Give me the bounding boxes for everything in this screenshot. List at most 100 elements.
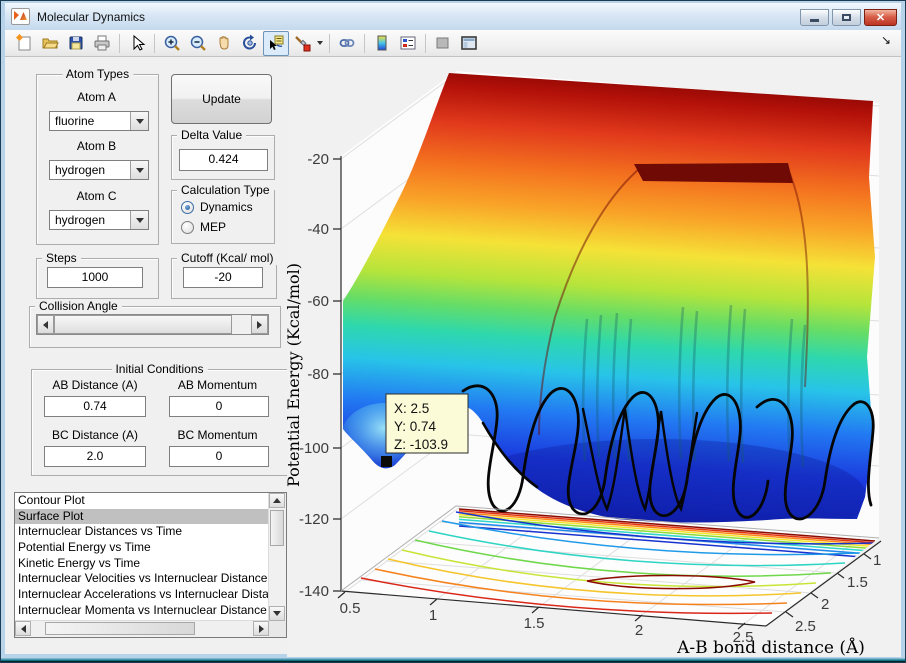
scroll-up-button[interactable] [269, 493, 285, 508]
z-axis-label: Potential Energy (Kcal/mol) [287, 263, 303, 487]
cutoff-field[interactable]: -20 [183, 267, 263, 288]
pointer-tool-button[interactable] [124, 31, 150, 56]
ab-distance-field[interactable]: 0.74 [44, 396, 146, 417]
show-plot-tools-icon [460, 34, 478, 52]
listbox-vertical-scrollbar[interactable] [268, 493, 286, 621]
collision-angle-title: Collision Angle [35, 299, 122, 313]
data-cursor-marker[interactable] [381, 456, 392, 467]
toolbar-separator [154, 34, 155, 53]
show-plot-tools-button[interactable] [456, 31, 482, 56]
dropdown-arrow-icon[interactable] [130, 211, 148, 229]
list-item[interactable]: Potential Energy vs Time [15, 540, 270, 556]
atom-c-dropdown[interactable]: hydrogen [49, 210, 149, 230]
horizontal-scroll-thumb[interactable] [45, 622, 195, 635]
rotate-3d-button[interactable] [237, 31, 263, 56]
data-tip[interactable]: X: 2.5 Y: 0.74 Z: -103.9 [386, 394, 468, 453]
dropdown-arrow-icon[interactable] [130, 112, 148, 130]
toolbar-separator [364, 34, 365, 53]
mep-radio-row[interactable]: MEP [181, 220, 226, 234]
svg-text:-140: -140 [299, 583, 329, 600]
ab-momentum-field[interactable]: 0 [169, 396, 269, 417]
dock-arrow-icon[interactable]: ↘ [881, 33, 891, 47]
print-icon [93, 34, 111, 52]
hide-plot-tools-button[interactable] [430, 31, 456, 56]
dropdown-arrow-icon[interactable] [130, 161, 148, 179]
print-button[interactable] [89, 31, 115, 56]
save-icon [67, 34, 85, 52]
bc-distance-field[interactable]: 2.0 [44, 446, 146, 467]
atom-b-label: Atom B [36, 139, 157, 153]
svg-text:-120: -120 [299, 511, 329, 528]
insert-legend-button[interactable] [395, 31, 421, 56]
mep-radio[interactable] [181, 221, 194, 234]
vertical-scroll-thumb[interactable] [270, 510, 284, 546]
svg-text:-20: -20 [307, 151, 329, 168]
dynamics-radio[interactable] [181, 201, 194, 214]
scroll-left-button[interactable] [15, 621, 31, 636]
pan-hand-icon [215, 34, 233, 52]
maximize-button[interactable] [832, 9, 861, 26]
svg-text:2: 2 [635, 622, 643, 639]
bc-momentum-field[interactable]: 0 [169, 446, 269, 467]
toolbar-separator [425, 34, 426, 53]
calculation-type-title: Calculation Type [177, 183, 274, 197]
svg-text:1: 1 [873, 552, 881, 569]
zoom-out-icon [189, 34, 207, 52]
minimize-button[interactable] [800, 9, 829, 26]
close-button[interactable]: ✕ [864, 9, 897, 26]
list-item[interactable]: Kinetic Energy vs Time [15, 556, 270, 572]
list-item[interactable]: Internuclear Velocities vs Internuclear … [15, 571, 270, 587]
delta-value-field[interactable]: 0.424 [179, 149, 268, 171]
steps-field[interactable]: 1000 [47, 267, 143, 288]
surface-plot-axes[interactable]: -20 -40 -60 -80 -100 -120 -140 0.5 1 1.5… [287, 57, 901, 657]
x-axis-label: A-B bond distance (Å) [676, 637, 865, 657]
datatip-y: Y: 0.74 [394, 419, 437, 434]
list-item[interactable]: Internuclear Accelerations vs Internucle… [15, 587, 270, 603]
titlebar[interactable]: Molecular Dynamics [5, 3, 901, 31]
minimize-icon [810, 19, 819, 22]
save-button[interactable] [63, 31, 89, 56]
bc-distance-label: BC Distance (A) [44, 428, 146, 442]
listbox-horizontal-scrollbar[interactable] [15, 620, 269, 637]
atom-b-dropdown[interactable]: hydrogen [49, 160, 149, 180]
datatip-x: X: 2.5 [394, 401, 429, 416]
svg-text:1: 1 [429, 607, 437, 624]
dynamics-radio-row[interactable]: Dynamics [181, 200, 253, 214]
brush-icon [293, 34, 311, 52]
atom-c-label: Atom C [36, 189, 157, 203]
link-icon [338, 34, 356, 52]
open-file-button[interactable] [37, 31, 63, 56]
link-plots-button[interactable] [334, 31, 360, 56]
slider-thumb[interactable] [54, 315, 232, 334]
brush-dropdown-button[interactable] [315, 32, 325, 55]
rotate-3d-icon [241, 34, 259, 52]
brush-button[interactable] [289, 31, 315, 56]
svg-text:0.5: 0.5 [340, 600, 361, 617]
data-cursor-button[interactable] [263, 31, 289, 56]
list-item-selected[interactable]: Surface Plot [15, 509, 270, 525]
new-file-button[interactable] [11, 31, 37, 56]
steps-title: Steps [42, 251, 81, 265]
zoom-in-button[interactable] [159, 31, 185, 56]
slider-right-arrow[interactable] [251, 315, 268, 334]
zoom-out-button[interactable] [185, 31, 211, 56]
list-item[interactable]: Contour Plot [15, 493, 270, 509]
list-item[interactable]: Internuclear Distances vs Time [15, 524, 270, 540]
scroll-down-button[interactable] [269, 606, 285, 621]
surface-plot-svg[interactable]: -20 -40 -60 -80 -100 -120 -140 0.5 1 1.5… [287, 57, 901, 657]
update-button[interactable]: Update [171, 74, 272, 124]
toolbar-separator [329, 34, 330, 53]
open-folder-icon [41, 34, 59, 52]
pan-button[interactable] [211, 31, 237, 56]
slider-left-arrow[interactable] [37, 315, 54, 334]
scroll-right-button[interactable] [253, 621, 269, 636]
close-icon: ✕ [876, 11, 885, 24]
collision-angle-slider[interactable] [36, 314, 269, 335]
list-item[interactable]: Internuclear Momenta vs Internuclear Dis… [15, 603, 270, 619]
plot-type-listbox[interactable]: Contour Plot Surface Plot Internuclear D… [14, 492, 287, 638]
insert-colorbar-button[interactable] [369, 31, 395, 56]
window-title: Molecular Dynamics [37, 10, 145, 24]
atom-a-dropdown[interactable]: fluorine [49, 111, 149, 131]
cutoff-title: Cutoff (Kcal/ mol) [177, 251, 277, 265]
legend-icon [399, 34, 417, 52]
